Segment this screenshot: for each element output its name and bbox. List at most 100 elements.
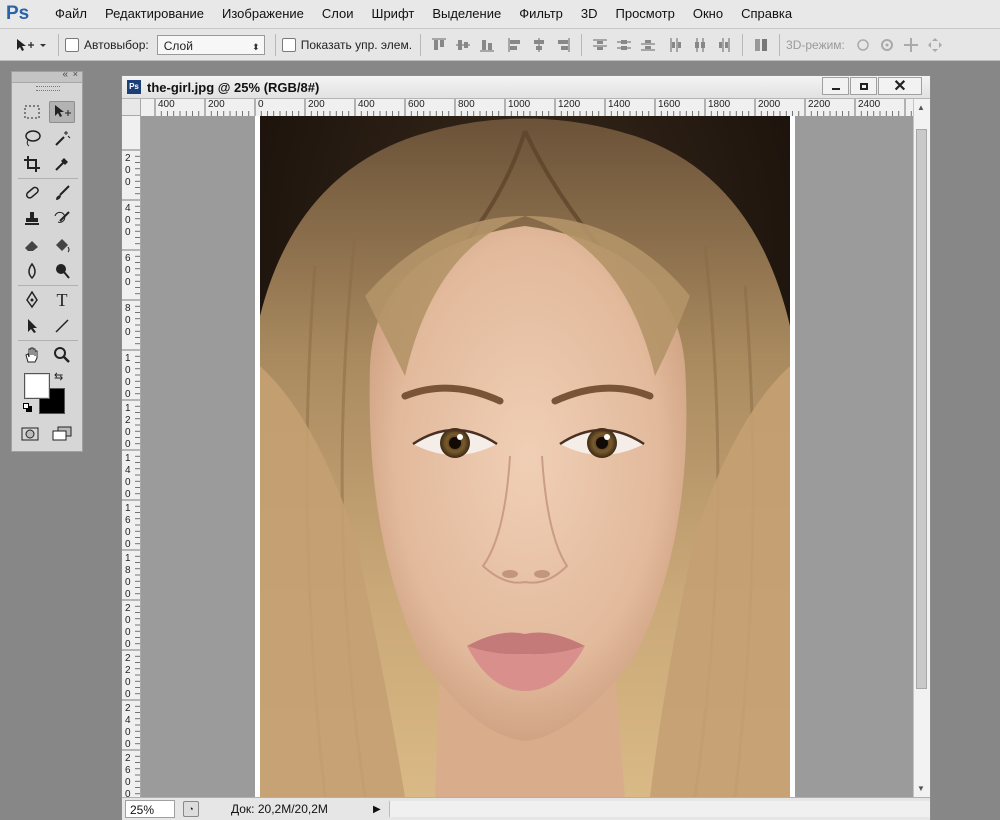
align-top-icon[interactable] [431, 37, 447, 53]
auto-align-layers-icon[interactable] [753, 37, 769, 53]
autoselect-checkbox[interactable] [65, 37, 79, 52]
tools-divider [18, 340, 78, 341]
3d-roll-icon[interactable] [879, 37, 895, 53]
minimize-icon [831, 88, 840, 90]
ruler-h-label: 1000 [508, 99, 531, 110]
menu-edit[interactable]: Редактирование [96, 0, 213, 28]
ruler-v-label: 2 4 0 0 [125, 703, 131, 750]
paint-bucket-tool[interactable] [49, 234, 75, 256]
maximize-button[interactable] [850, 77, 877, 95]
path-selection-tool[interactable] [19, 315, 45, 337]
ruler-h-label: 2200 [808, 99, 831, 110]
pen-tool[interactable] [19, 289, 45, 311]
autoselect-label: Автовыбор: [84, 37, 149, 52]
ruler-h-label: 600 [408, 99, 425, 110]
quick-mask-icon[interactable] [17, 423, 43, 445]
eyedropper-tool[interactable] [49, 153, 75, 175]
marquee-tool[interactable] [19, 101, 45, 123]
screen-mode-icon[interactable] [49, 423, 75, 445]
distribute-hcenter-icon[interactable] [692, 37, 708, 53]
ruler-h-label: 2400 [858, 99, 881, 110]
dodge-tool[interactable] [49, 260, 75, 282]
type-tool[interactable]: T [49, 289, 75, 311]
vertical-scrollbar[interactable]: ▲ ▼ [913, 99, 930, 797]
menu-filter[interactable]: Фильтр [510, 0, 572, 28]
move-tool[interactable] [49, 101, 75, 123]
vertical-ruler[interactable]: 2 0 0 4 0 0 6 0 0 8 0 0 1 0 0 0 1 2 0 0 … [122, 116, 141, 797]
line-tool[interactable] [49, 315, 75, 337]
ruler-h-label: 0 [258, 99, 264, 110]
autoselect-target-select[interactable]: Слой ⬍ [156, 34, 265, 55]
ruler-v-label: 1 6 0 0 [125, 503, 131, 550]
tools-divider [18, 178, 78, 179]
distribute-vcenter-icon[interactable] [616, 37, 632, 53]
hand-tool[interactable] [19, 344, 45, 366]
autoselect-target-value: Слой [163, 38, 193, 53]
menu-file[interactable]: Файл [46, 0, 96, 28]
align-right-icon[interactable] [555, 37, 571, 53]
swap-colors-icon[interactable]: ⇆ [54, 370, 63, 383]
horizontal-scrollbar[interactable] [388, 801, 930, 817]
menu-image[interactable]: Изображение [213, 0, 313, 28]
menu-select[interactable]: Выделение [423, 0, 510, 28]
collapse-panel-icon[interactable]: « [62, 69, 68, 80]
status-menu-arrow-icon[interactable]: ▶ [373, 804, 381, 815]
tool-preset-picker[interactable] [12, 37, 48, 53]
horizontal-ruler[interactable]: 400 200 0 200 400 600 800 1000 1200 1400… [141, 99, 913, 117]
lasso-tool[interactable] [19, 127, 45, 149]
distribute-top-icon[interactable] [592, 37, 608, 53]
panel-grip[interactable] [36, 86, 60, 91]
zoom-tool[interactable] [49, 344, 75, 366]
menu-view[interactable]: Просмотр [607, 0, 684, 28]
ruler-h-label: 1600 [658, 99, 681, 110]
menu-help[interactable]: Справка [732, 0, 801, 28]
eraser-tool[interactable] [19, 234, 45, 256]
scroll-up-icon[interactable]: ▲ [917, 103, 925, 112]
foreground-color-swatch[interactable] [24, 373, 50, 399]
select-arrow-icon: ⬍ [252, 41, 260, 52]
menu-type[interactable]: Шрифт [363, 0, 424, 28]
tools-panel-header[interactable]: « × [12, 69, 82, 83]
ruler-v-label: 8 0 0 [125, 303, 131, 338]
history-brush-tool[interactable] [49, 208, 75, 230]
distribute-right-icon[interactable] [716, 37, 732, 53]
ruler-h-label: 1400 [608, 99, 631, 110]
scrollbar-thumb[interactable] [916, 129, 927, 689]
default-colors-icon[interactable] [23, 403, 32, 412]
distribute-left-icon[interactable] [668, 37, 684, 53]
doc-info-icon[interactable]: ◔ [183, 801, 199, 817]
healing-brush-tool[interactable] [19, 182, 45, 204]
show-transform-controls-checkbox[interactable] [281, 37, 296, 52]
magic-wand-tool[interactable] [49, 127, 75, 149]
3d-orbit-icon[interactable] [855, 37, 871, 53]
3d-slide-icon[interactable] [927, 37, 943, 53]
show-transform-controls-label: Показать упр. элем. [300, 37, 413, 52]
menu-layers[interactable]: Слои [313, 0, 363, 28]
align-vcenter-icon[interactable] [455, 37, 471, 53]
brush-tool[interactable] [49, 182, 75, 204]
align-hcenter-icon[interactable] [531, 37, 547, 53]
ruler-corner[interactable] [122, 99, 141, 116]
zoom-level-field[interactable]: 25% [125, 800, 175, 818]
close-button[interactable]: ✕ [878, 77, 922, 95]
menu-3d[interactable]: 3D [572, 0, 607, 28]
3d-pan-icon[interactable] [903, 37, 919, 53]
photoshop-logo: Ps [6, 3, 30, 24]
align-left-icon[interactable] [507, 37, 523, 53]
maximize-icon [859, 82, 868, 90]
blur-tool[interactable] [19, 260, 45, 282]
menu-window[interactable]: Окно [684, 0, 732, 28]
canvas-area[interactable] [141, 116, 913, 797]
ruler-v-label: 2 2 0 0 [125, 653, 131, 700]
scroll-down-icon[interactable]: ▼ [917, 784, 925, 793]
clone-stamp-tool[interactable] [19, 208, 45, 230]
document-tab[interactable]: Ps the-girl.jpg @ 25% (RGB/8#) ✕ [122, 76, 930, 99]
document-ps-icon: Ps [127, 80, 141, 94]
distribute-bottom-icon[interactable] [640, 37, 656, 53]
crop-tool[interactable] [19, 153, 45, 175]
minimize-button[interactable] [822, 77, 849, 95]
ruler-h-label: 1200 [558, 99, 581, 110]
close-panel-icon[interactable]: × [73, 69, 78, 79]
align-bottom-icon[interactable] [479, 37, 495, 53]
document-image[interactable] [255, 116, 795, 797]
